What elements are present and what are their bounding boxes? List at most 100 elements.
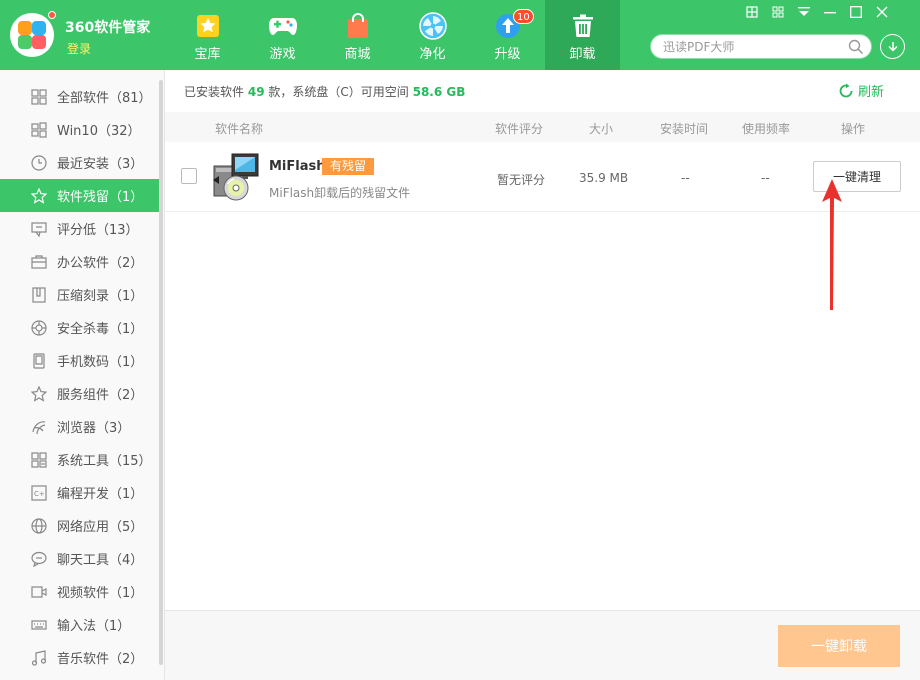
browser-icon: [30, 418, 48, 436]
sidebar-item-input-method[interactable]: 输入法（1）: [0, 608, 160, 641]
search-box: [650, 34, 872, 59]
sidebar-item-chat[interactable]: 聊天工具（4）: [0, 542, 160, 575]
footer-bar: 一键卸载: [165, 610, 920, 680]
sidebar-item-label: 办公软件（2）: [57, 256, 144, 271]
residue-tag: 有残留: [322, 158, 375, 175]
nav-item-store[interactable]: 商城: [320, 0, 395, 70]
globe-icon: [30, 517, 48, 535]
one-click-uninstall-button[interactable]: 一键卸载: [778, 625, 900, 667]
sidebar-item-security[interactable]: 安全杀毒（1）: [0, 311, 160, 344]
sidebar-item-low-rating[interactable]: 评分低（13）: [0, 212, 160, 245]
app-description: MiFlash卸载后的残留文件: [269, 186, 411, 200]
notification-dot: [48, 11, 56, 19]
app-rating: 暂无评分: [497, 173, 546, 187]
sidebar-item-browser[interactable]: 浏览器（3）: [0, 410, 160, 443]
sidebar-item-archive[interactable]: 压缩刻录（1）: [0, 278, 160, 311]
nav-item-uninstall[interactable]: 卸载: [545, 0, 620, 70]
app-title: 360软件管家: [65, 20, 151, 36]
installed-count: 49: [247, 85, 265, 99]
sidebar-item-win10[interactable]: Win10（32）: [0, 113, 160, 146]
sidebar-item-residue[interactable]: 软件残留（1）: [0, 179, 160, 212]
nav-label: 卸载: [569, 47, 596, 62]
app-install-time: --: [681, 171, 690, 185]
sidebar-item-label: 网络应用（5）: [57, 520, 144, 535]
sidebar-item-video[interactable]: 视频软件（1）: [0, 575, 160, 608]
main-nav: 宝库 游戏 商城 净化 10 升级 卸载: [170, 0, 620, 70]
col-action: 操作: [841, 122, 866, 136]
summary-prefix: 已安装软件: [184, 85, 245, 99]
sidebar-item-label: 手机数码（1）: [57, 355, 144, 370]
free-space: 58.6 GB: [412, 85, 466, 99]
clock-icon: [30, 154, 48, 172]
table-row: MiFlash 有残留 MiFlash卸载后的残留文件 暂无评分 35.9 MB…: [165, 142, 920, 212]
table-header: 软件名称 软件评分 大小 安装时间 使用频率 操作: [165, 112, 920, 142]
shopping-bag-icon: [343, 12, 373, 40]
app-name: MiFlash: [269, 159, 326, 174]
install-summary: 已安装软件 49 款，系统盘（C）可用空间 58.6 GB: [184, 83, 465, 100]
annotation-arrow: [822, 179, 842, 310]
sidebar-item-label: 最近安装（3）: [57, 157, 144, 172]
maximize-icon[interactable]: [848, 4, 864, 20]
grid-icon: [30, 88, 48, 106]
nav-item-purify[interactable]: 净化: [395, 0, 470, 70]
nav-item-games[interactable]: 游戏: [245, 0, 320, 70]
nav-item-upgrade[interactable]: 10 升级: [470, 0, 545, 70]
settings-icon[interactable]: [770, 4, 786, 20]
sidebar-item-label: 评分低（13）: [57, 223, 139, 238]
refresh-button[interactable]: 刷新: [838, 81, 884, 100]
phone-icon: [30, 352, 48, 370]
sidebar-item-label: 安全杀毒（1）: [57, 322, 144, 337]
chat-icon: [30, 550, 48, 568]
summary-middle: 款，系统盘（C）可用空间: [268, 85, 409, 99]
sidebar-item-network[interactable]: 网络应用（5）: [0, 509, 160, 542]
refresh-label: 刷新: [858, 85, 885, 100]
menu-dropdown-icon[interactable]: [796, 4, 812, 20]
app-logo-icon[interactable]: [10, 13, 54, 57]
sidebar-item-label: 服务组件（2）: [57, 388, 144, 403]
svg-text:C+: C+: [34, 490, 45, 498]
close-icon[interactable]: [874, 4, 890, 20]
sidebar-item-label: 音乐软件（2）: [57, 652, 144, 667]
sidebar-item-label: Win10（32）: [57, 124, 141, 139]
app-size: 35.9 MB: [579, 171, 629, 185]
sidebar-item-services[interactable]: 服务组件（2）: [0, 377, 160, 410]
sidebar-item-mobile[interactable]: 手机数码（1）: [0, 344, 160, 377]
minimize-icon[interactable]: [822, 4, 838, 20]
music-icon: [30, 649, 48, 667]
star-icon: [30, 187, 48, 205]
sidebar-item-label: 软件残留（1）: [57, 190, 144, 205]
nav-label: 净化: [419, 47, 446, 62]
gamepad-icon: [268, 12, 298, 40]
code-icon: C+: [30, 484, 48, 502]
sidebar-item-recent[interactable]: 最近安装（3）: [0, 146, 160, 179]
category-sidebar: 全部软件（81） Win10（32） 最近安装（3） 软件残留（1） 评分低（1…: [0, 70, 165, 680]
miflash-app-icon: [212, 152, 260, 202]
nav-label: 宝库: [194, 47, 221, 62]
trash-icon: [568, 12, 598, 40]
sidebar-item-label: 全部软件（81）: [57, 91, 152, 106]
sidebar-scrollbar[interactable]: [159, 80, 163, 665]
sidebar-item-label: 浏览器（3）: [57, 421, 131, 436]
briefcase-icon: [30, 253, 48, 271]
archive-icon: [30, 286, 48, 304]
sidebar-item-all[interactable]: 全部软件（81）: [0, 80, 160, 113]
search-input[interactable]: [663, 38, 843, 56]
sidebar-item-music[interactable]: 音乐软件（2）: [0, 641, 160, 674]
sidebar-item-dev[interactable]: C+ 编程开发（1）: [0, 476, 160, 509]
app-frequency: --: [761, 171, 770, 185]
search-icon[interactable]: [848, 39, 864, 59]
refresh-icon: [839, 83, 853, 97]
row-checkbox[interactable]: [181, 168, 197, 184]
window-controls: [744, 4, 890, 20]
nav-label: 升级: [494, 47, 521, 62]
download-icon[interactable]: [880, 34, 905, 59]
nav-item-treasury[interactable]: 宝库: [170, 0, 245, 70]
video-icon: [30, 583, 48, 601]
col-install-time: 安装时间: [660, 122, 709, 136]
sidebar-item-system-tools[interactable]: 系统工具（15）: [0, 443, 160, 476]
login-link[interactable]: 登录: [67, 40, 91, 57]
col-size: 大小: [589, 122, 614, 136]
col-rating: 软件评分: [495, 122, 544, 136]
skin-icon[interactable]: [744, 4, 760, 20]
sidebar-item-office[interactable]: 办公软件（2）: [0, 245, 160, 278]
